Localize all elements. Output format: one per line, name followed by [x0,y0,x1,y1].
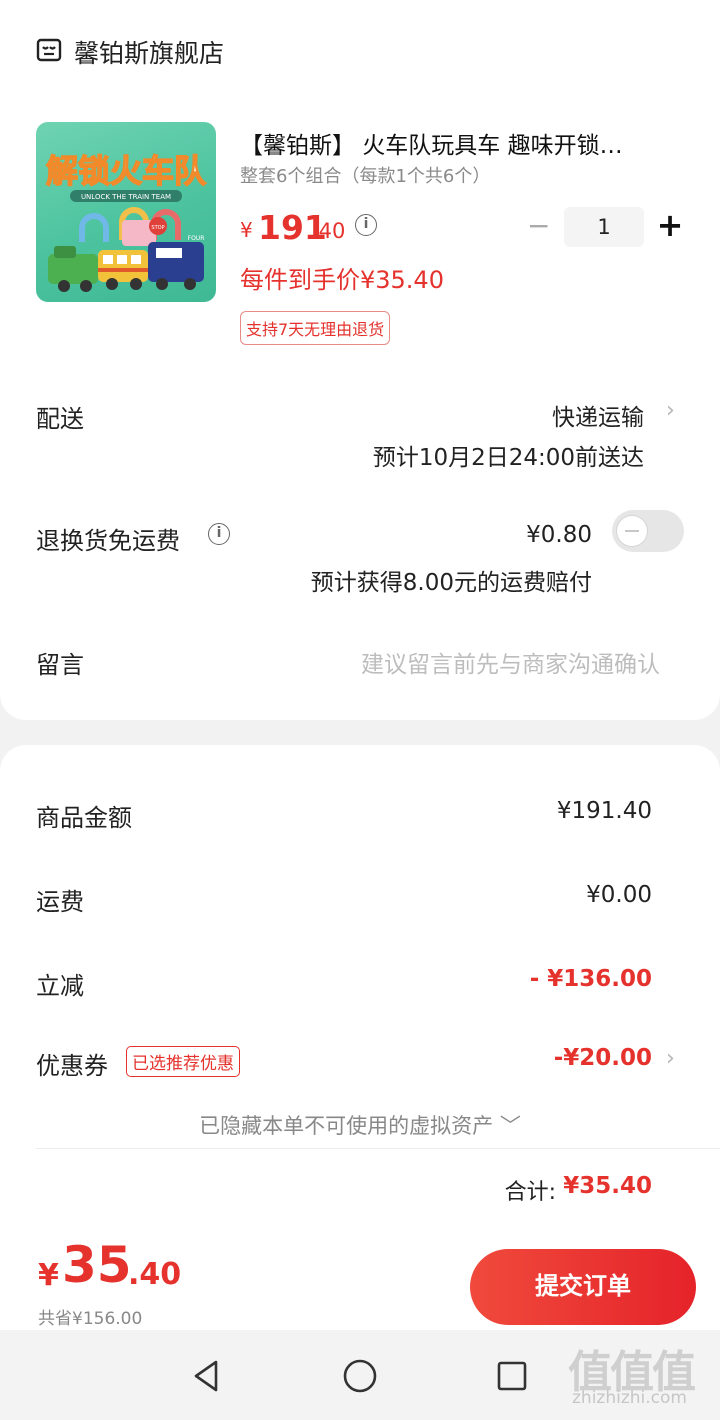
return-insurance-price: ¥0.80 [526,522,592,548]
return-insurance-label: 退换货免运费 [36,527,180,555]
coupon-value[interactable]: -¥20.00 [554,1045,652,1071]
product-image-bus-label: FOUR [188,235,205,242]
recent-apps-icon[interactable] [496,1358,528,1394]
chevron-right-icon[interactable]: › [666,398,675,423]
goods-amount-value: ¥191.40 [556,798,652,824]
message-label: 留言 [36,651,84,679]
shipping-fee-value: ¥0.00 [586,882,652,908]
final-price-currency: ¥ [38,1258,59,1293]
back-icon[interactable] [190,1358,222,1394]
delivery-eta: 预计10月2日24:00前送达 [372,445,644,471]
quantity-increase-button[interactable]: + [656,208,684,242]
return-insurance-compensation: 预计获得8.00元的运费赔付 [310,570,592,596]
product-price-currency: ¥ [240,218,253,242]
total-value: ¥35.40 [563,1173,652,1199]
store-icon [36,38,62,62]
product-price-decimal: .40 [312,219,346,243]
submit-order-button[interactable]: 提交订单 [470,1249,696,1325]
delivery-label: 配送 [36,405,84,433]
product-image-subtitle: UNLOCK THE TRAIN TEAM [81,193,171,201]
product-title[interactable]: 【馨铂斯】 火车队玩具车 趣味开锁… [240,126,680,160]
price-info-icon[interactable]: i [355,214,377,236]
return-policy-badge: 支持7天无理由退货 [240,311,391,345]
product-spec[interactable]: 整套6个组合（每款1个共6个） [240,162,490,188]
hidden-assets-toggle[interactable]: 已隐藏本单不可使用的虚拟资产 ﹀ [0,1110,720,1140]
order-item-card [0,0,720,720]
final-price-decimal: .40 [128,1257,182,1292]
final-price: 35 [62,1236,132,1294]
discount-label: 立减 [36,972,84,1000]
home-icon[interactable] [342,1358,378,1394]
product-image-sign: STOP [151,225,164,231]
total-saved: 共省¥156.00 [38,1309,143,1329]
unit-price: 每件到手价¥35.40 [240,266,444,294]
store-name[interactable]: 馨铂斯旗舰店 [74,34,224,70]
product-image-title: 解锁火车队 [46,152,207,190]
discount-value: - ¥136.00 [529,966,652,992]
delivery-method[interactable]: 快递运输 [552,398,644,432]
quantity-decrease-button[interactable]: − [527,212,550,240]
shipping-fee-label: 运费 [36,888,84,916]
divider [36,1148,720,1149]
chevron-right-icon[interactable]: › [666,1046,675,1071]
product-image[interactable]: 解锁火车队 UNLOCK THE TRAIN TEAM STOP FOUR [36,122,216,302]
goods-amount-label: 商品金额 [36,804,132,832]
quantity-input[interactable]: 1 [564,207,644,247]
message-input[interactable]: 建议留言前先与商家沟通确认 [361,645,660,679]
return-insurance-toggle[interactable] [612,510,684,552]
total-label: 合计: [504,1180,556,1205]
info-icon[interactable]: i [208,523,230,545]
coupon-tag: 已选推荐优惠 [126,1046,240,1077]
coupon-label: 优惠券 [36,1052,108,1080]
watermark-domain: zhizhizhi.com [572,1388,687,1408]
